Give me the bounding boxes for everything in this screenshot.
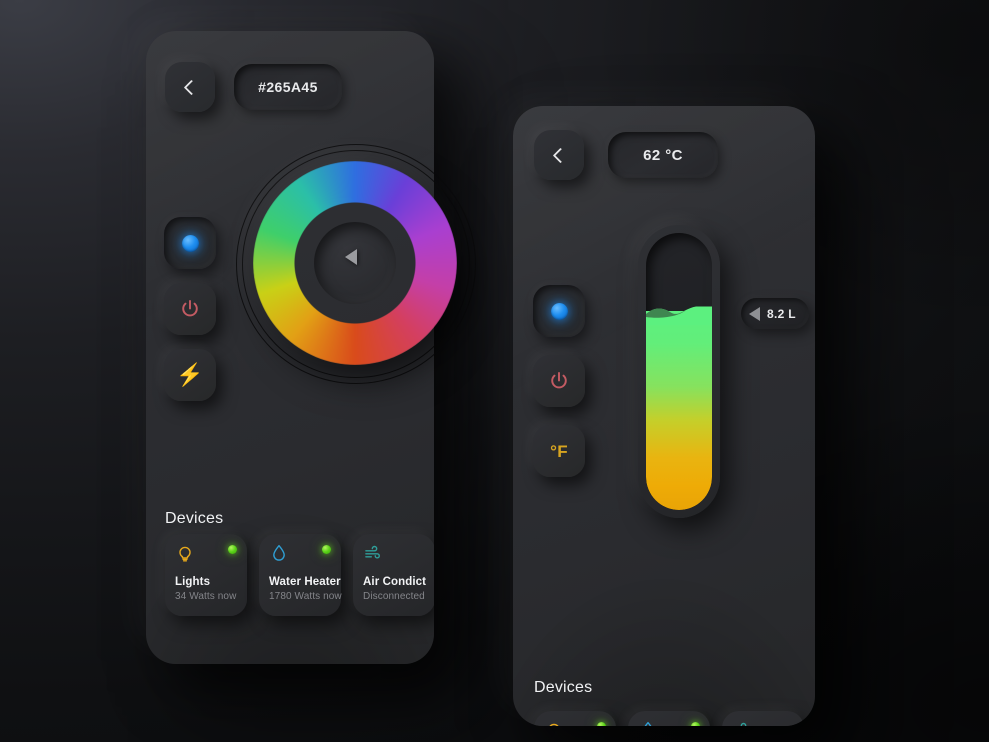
power-button[interactable] [164, 283, 216, 335]
back-button[interactable] [165, 62, 215, 112]
chevron-left-icon [552, 147, 569, 163]
device-card-water-heater[interactable]: Water Heater 1780 Watts now [628, 711, 710, 726]
device-card-lights[interactable]: Lights 34 Watts now [165, 534, 247, 616]
power-icon [548, 370, 570, 392]
water-drop-icon [638, 720, 658, 726]
power-icon [179, 298, 201, 320]
tank-tube[interactable] [646, 233, 712, 510]
device-name: Water Heater [269, 576, 341, 588]
device-card-top [363, 543, 425, 567]
device-card-lights[interactable]: Lights 34 Watts now [534, 711, 616, 726]
app-background: #265A45 ⚡ Devices Lights 34 Watts now Wa… [0, 0, 989, 742]
device-name: Lights [175, 576, 211, 588]
chevron-left-icon [183, 79, 200, 95]
devices-strip: Lights 34 Watts now Water Heater 1780 Wa… [165, 534, 434, 616]
triangle-left-marker-icon[interactable] [345, 249, 357, 265]
devices-section-title: Devices [534, 679, 593, 696]
status-dot-online [691, 722, 700, 726]
device-status: 1780 Watts now [269, 591, 342, 602]
status-dot-online [322, 545, 331, 554]
temperature-panel-rail: °F [533, 285, 585, 477]
water-tank-gauge [638, 225, 720, 518]
color-panel-rail: ⚡ [164, 217, 216, 401]
tank-fill-level[interactable] [646, 306, 712, 510]
temperature-value[interactable]: 62 °C [608, 132, 718, 178]
device-card-water-heater[interactable]: Water Heater 1780 Watts now [259, 534, 342, 616]
device-status: 34 Watts now [175, 591, 237, 602]
back-button[interactable] [534, 130, 584, 180]
temperature-panel-header: 62 °C [534, 130, 794, 180]
device-card-top [544, 720, 606, 726]
device-card-air-conditioner[interactable]: Air Condict Disconnected [353, 534, 434, 616]
color-hex-value[interactable]: #265A45 [234, 64, 342, 110]
tank-liquid-surface [646, 305, 712, 325]
tank-volume-badge[interactable]: 8.2 L [741, 298, 809, 329]
device-status: Disconnected [363, 591, 425, 602]
temperature-panel: 62 °C °F 8.2 L Devices [513, 106, 815, 726]
water-drop-icon [269, 543, 289, 563]
blue-dot-indicator-icon [550, 302, 568, 320]
device-name: Air Condict [363, 576, 427, 588]
devices-strip: Lights 34 Watts now Water Heater 1780 Wa… [534, 711, 804, 726]
device-card-top [732, 720, 794, 726]
wind-icon [732, 720, 752, 726]
status-dot-online [597, 722, 606, 726]
degrees-fahrenheit-icon: °F [550, 441, 568, 461]
status-dot-online [228, 545, 237, 554]
wind-icon [363, 543, 383, 563]
device-card-air-conditioner[interactable]: Air Condict Disconnected [722, 711, 804, 726]
mode-indicator-button[interactable] [533, 285, 585, 337]
boost-button[interactable]: ⚡ [164, 349, 216, 401]
lightbulb-icon [175, 543, 195, 563]
unit-toggle-button[interactable]: °F [533, 425, 585, 477]
devices-section-title: Devices [165, 510, 224, 527]
triangle-left-marker-icon [749, 306, 760, 321]
lightbulb-icon [544, 720, 564, 726]
device-card-top [175, 543, 237, 567]
device-card-top [638, 720, 700, 726]
lightning-bolt-icon: ⚡ [176, 362, 204, 387]
color-indicator-button[interactable] [164, 217, 216, 269]
color-panel-header: #265A45 [165, 62, 415, 112]
power-button[interactable] [533, 355, 585, 407]
tank-volume-value: 8.2 L [767, 306, 796, 321]
device-card-top [269, 543, 331, 567]
blue-dot-indicator-icon [181, 234, 199, 252]
